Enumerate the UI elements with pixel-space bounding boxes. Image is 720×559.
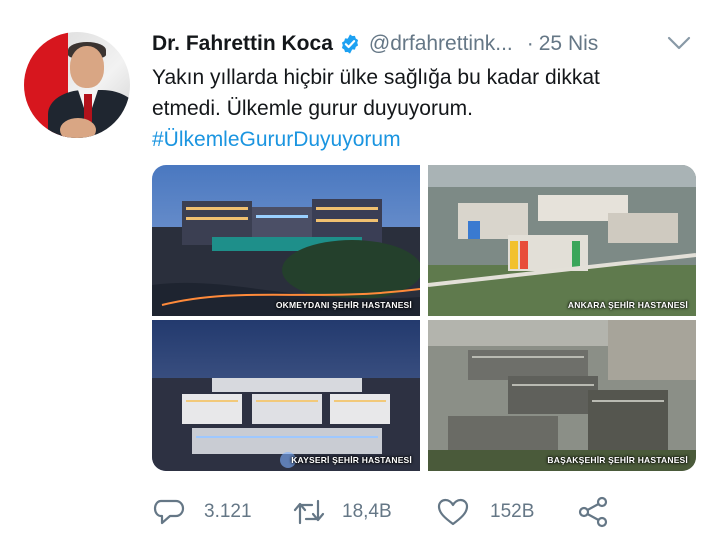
verified-badge-icon xyxy=(341,34,358,54)
chevron-down-icon[interactable] xyxy=(666,32,692,54)
media-photo-ankara[interactable]: ANKARA ŞEHİR HASTANESİ xyxy=(428,165,696,316)
tweet-date[interactable]: 25 Nis xyxy=(539,32,599,56)
media-photo-kayseri[interactable]: KAYSERİ ŞEHİR HASTANESİ xyxy=(152,320,420,471)
like-icon xyxy=(437,498,469,526)
like-count: 152B xyxy=(490,501,535,522)
avatar-tie xyxy=(84,94,92,122)
reply-count: 3.121 xyxy=(204,501,252,522)
avatar[interactable] xyxy=(24,32,130,138)
media-caption: ANKARA ŞEHİR HASTANESİ xyxy=(567,300,688,310)
media-photo-basaksehir[interactable]: BAŞAKŞEHİR ŞEHİR HASTANESİ xyxy=(428,320,696,471)
media-photo-okmeydani[interactable]: OKMEYDANI ŞEHİR HASTANESİ xyxy=(152,165,420,316)
share-icon xyxy=(578,496,608,528)
avatar-hand xyxy=(60,118,96,138)
media-caption: KAYSERİ ŞEHİR HASTANESİ xyxy=(291,455,412,465)
tweet-header: Dr. Fahrettin Koca @drfahrettink... · 25… xyxy=(152,30,598,58)
media-caption: OKMEYDANI ŞEHİR HASTANESİ xyxy=(275,300,412,310)
tweet-text: Yakın yıllarda hiçbir ülke sağlığa bu ka… xyxy=(152,62,692,155)
retweet-count: 18,4B xyxy=(342,501,392,522)
retweet-button[interactable]: 18,4B xyxy=(292,490,392,534)
display-name[interactable]: Dr. Fahrettin Koca xyxy=(152,32,333,56)
reply-icon xyxy=(153,499,185,525)
avatar-face xyxy=(70,46,104,88)
handle[interactable]: @drfahrettink... xyxy=(369,32,513,56)
tweet-actions: 3.121 18,4B 152B xyxy=(152,490,692,534)
media-caption: BAŞAKŞEHİR ŞEHİR HASTANESİ xyxy=(547,455,688,465)
like-button[interactable]: 152B xyxy=(436,490,534,534)
tweet-text-line-1: Yakın yıllarda hiçbir ülke sağlığa bu ka… xyxy=(152,66,600,89)
share-button[interactable] xyxy=(576,490,610,534)
separator-dot: · xyxy=(526,32,534,55)
retweet-icon xyxy=(293,499,325,525)
tweet-text-line-2: etmedi. Ülkemle gurur duyuyorum. xyxy=(152,97,473,120)
reply-button[interactable]: 3.121 xyxy=(152,490,252,534)
media-grid: OKMEYDANI ŞEHİR HASTANESİ ANKARA ŞEHİR H… xyxy=(152,165,696,471)
hashtag-link[interactable]: #ÜlkemleGururDuyuyorum xyxy=(152,128,401,151)
